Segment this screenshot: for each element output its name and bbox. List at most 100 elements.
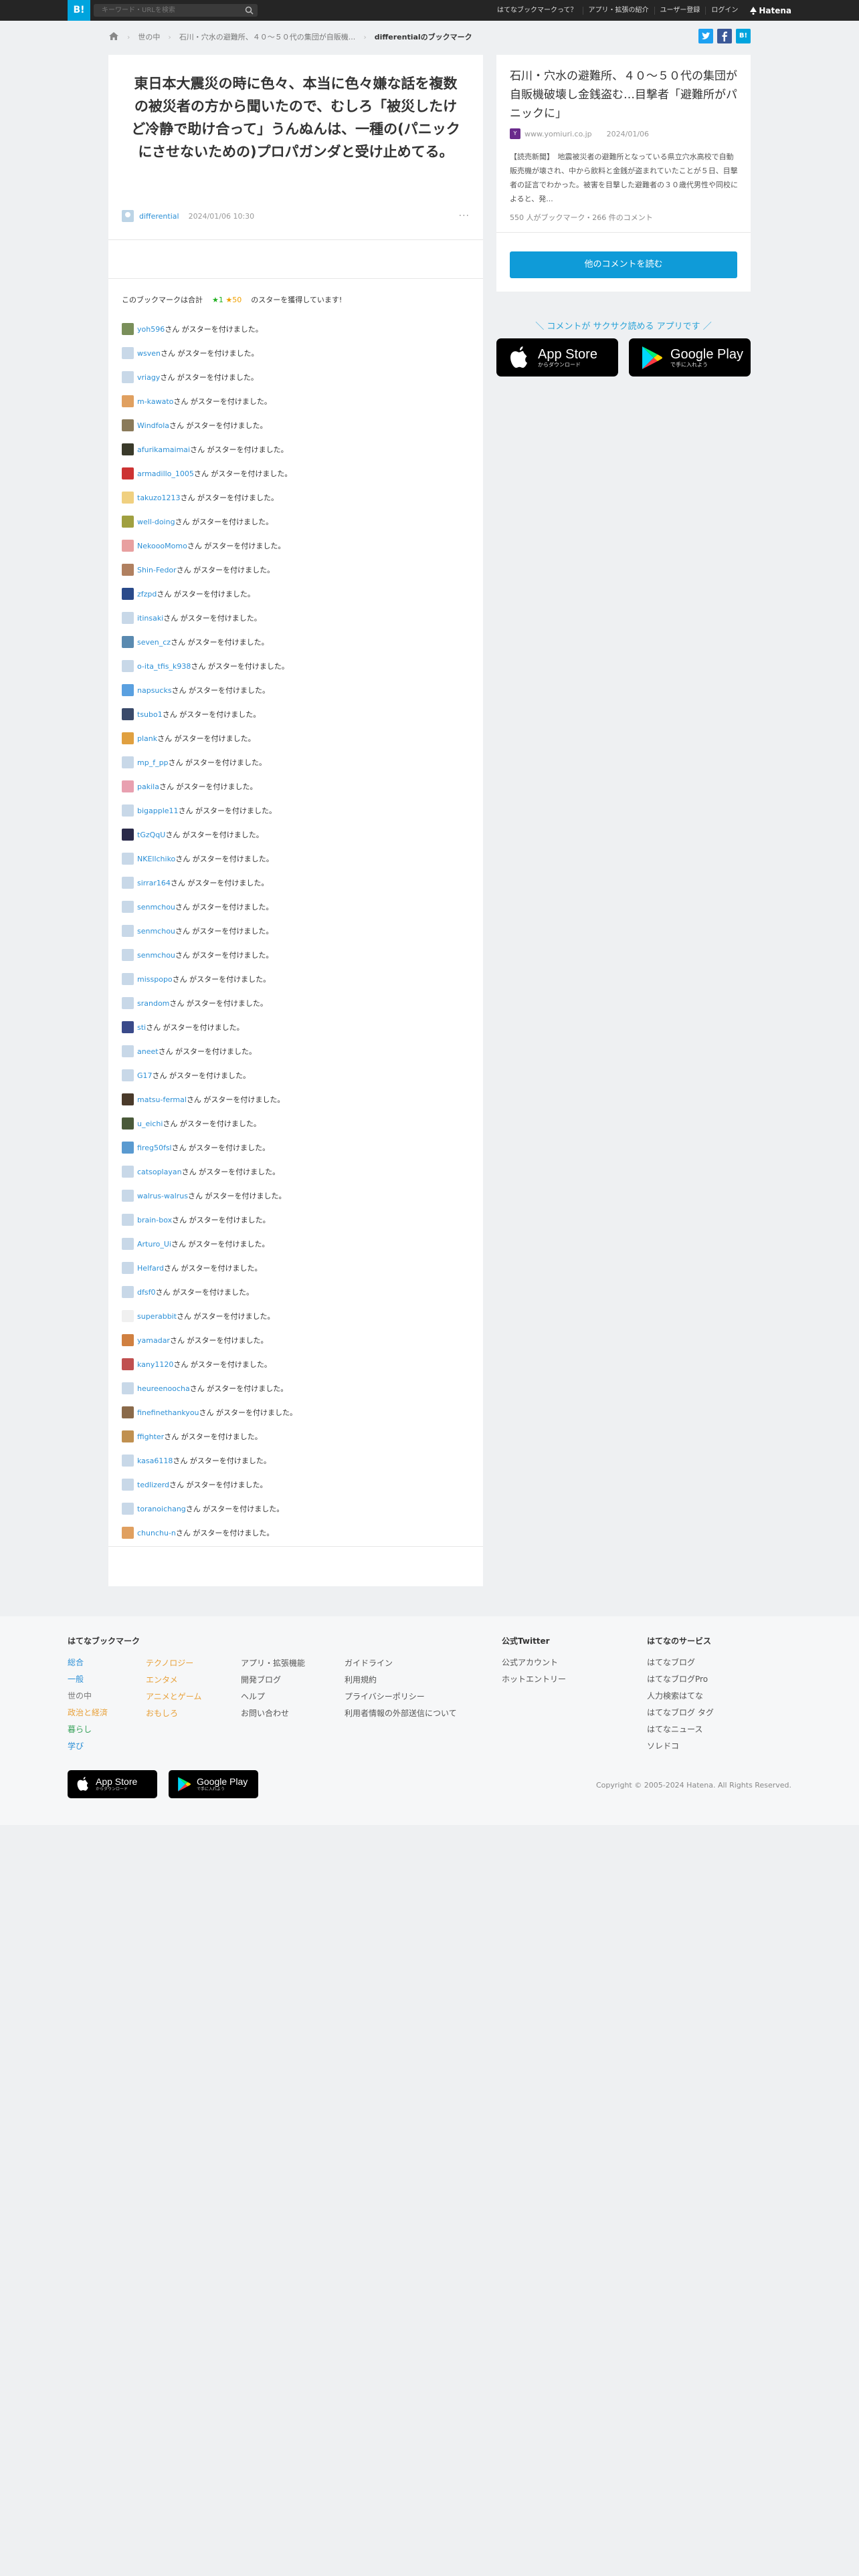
avatar[interactable] xyxy=(122,1045,134,1057)
entry-title[interactable]: 石川・穴水の避難所、４０～５０代の集団が自販機破壊し金銭盗む…目撃者「避難所がパ… xyxy=(510,67,741,123)
entry-counts[interactable]: 550 人がブックマーク・266 件のコメント xyxy=(510,212,653,223)
avatar[interactable] xyxy=(122,780,134,792)
footer-link[interactable]: 一般 xyxy=(68,1671,140,1688)
star-user-name[interactable]: armadillo_1005 xyxy=(137,469,194,478)
star-user-name[interactable]: walrus-walrus xyxy=(137,1192,188,1200)
star-user-name[interactable]: seven_cz xyxy=(137,638,171,647)
footer-link[interactable]: ヘルプ xyxy=(241,1689,305,1705)
avatar[interactable] xyxy=(122,371,134,383)
avatar[interactable] xyxy=(122,973,134,985)
star-user-name[interactable]: chunchu-n xyxy=(137,1529,176,1537)
star-user-name[interactable]: senmchou xyxy=(137,951,175,960)
star-user-name[interactable]: NekoooMomo xyxy=(137,542,187,550)
footer-link[interactable]: 暮らし xyxy=(68,1721,140,1738)
star-user-name[interactable]: yamadar xyxy=(137,1336,170,1345)
avatar[interactable] xyxy=(122,516,134,528)
avatar[interactable] xyxy=(122,853,134,865)
avatar[interactable] xyxy=(122,323,134,335)
star-user-name[interactable]: sti xyxy=(137,1023,146,1032)
star-user-name[interactable]: afurikamaimai xyxy=(137,445,190,454)
footer-link[interactable]: お問い合わせ xyxy=(241,1705,305,1722)
star-user-name[interactable]: catsoplayan xyxy=(137,1168,182,1176)
avatar[interactable] xyxy=(122,1069,134,1081)
star-user-name[interactable]: dfsf0 xyxy=(137,1288,155,1297)
footer-app-store-button[interactable]: App Store からダウンロード xyxy=(68,1770,157,1798)
avatar[interactable] xyxy=(122,1479,134,1491)
nav-apps[interactable]: アプリ・拡張の紹介 xyxy=(583,6,655,15)
star-user-name[interactable]: itinsaki xyxy=(137,614,163,623)
avatar[interactable] xyxy=(122,804,134,817)
star-user-name[interactable]: NKEllchiko xyxy=(137,855,175,863)
avatar[interactable] xyxy=(122,1190,134,1202)
avatar[interactable] xyxy=(122,492,134,504)
avatar[interactable] xyxy=(122,1406,134,1418)
footer-link[interactable]: エンタメ xyxy=(146,1672,201,1689)
avatar[interactable] xyxy=(122,684,134,696)
footer-link[interactable]: 政治と経済 xyxy=(68,1705,140,1721)
star-user-name[interactable]: tsubo1 xyxy=(137,710,163,719)
entry-domain[interactable]: www.yomiuri.co.jp xyxy=(524,130,592,138)
star-user-name[interactable]: plank xyxy=(137,734,157,743)
avatar[interactable] xyxy=(122,588,134,600)
nav-login[interactable]: ログイン xyxy=(706,7,743,15)
footer-link[interactable]: おもしろ xyxy=(146,1705,201,1722)
avatar[interactable] xyxy=(122,1455,134,1467)
star-user-name[interactable]: Shin-Fedor xyxy=(137,566,177,574)
star-user-name[interactable]: heureenoocha xyxy=(137,1384,190,1393)
footer-link[interactable]: プライバシーポリシー xyxy=(345,1689,457,1705)
star-user-name[interactable]: ffighter xyxy=(137,1432,164,1441)
avatar[interactable] xyxy=(122,756,134,768)
avatar[interactable] xyxy=(122,1214,134,1226)
avatar[interactable] xyxy=(122,636,134,648)
star-user-name[interactable]: mp_f_pp xyxy=(137,758,169,767)
facebook-share-icon[interactable] xyxy=(717,29,732,43)
hatena-bookmark-logo[interactable]: B! xyxy=(68,0,90,21)
nav-about[interactable]: はてなブックマークって？ xyxy=(492,6,583,15)
read-comments-button[interactable]: 他のコメントを読む xyxy=(510,251,737,278)
avatar[interactable] xyxy=(122,1021,134,1033)
footer-link[interactable]: 利用規約 xyxy=(345,1672,457,1689)
star-user-name[interactable]: Helfard xyxy=(137,1264,164,1273)
bookmark-user[interactable]: differential xyxy=(139,212,179,221)
google-play-button[interactable]: Google Play で手に入れよう xyxy=(629,338,751,377)
star-user-name[interactable]: takuzo1213 xyxy=(137,494,181,502)
avatar[interactable] xyxy=(122,395,134,407)
avatar[interactable] xyxy=(122,1334,134,1346)
avatar[interactable] xyxy=(122,564,134,576)
star-user-name[interactable]: tGzQqU xyxy=(137,831,165,839)
footer-link[interactable]: 人力検索はてな xyxy=(647,1688,714,1705)
avatar[interactable] xyxy=(122,540,134,552)
star-user-name[interactable]: tedlizerd xyxy=(137,1481,169,1489)
footer-link[interactable]: 世の中 xyxy=(68,1688,140,1705)
avatar[interactable] xyxy=(122,1238,134,1250)
footer-link[interactable]: 利用者情報の外部送信について xyxy=(345,1705,457,1722)
hatena-logo[interactable]: Hatena xyxy=(743,6,791,15)
footer-link[interactable]: ガイドライン xyxy=(345,1655,457,1672)
star-user-name[interactable]: fireg50fsl xyxy=(137,1144,172,1152)
footer-link[interactable]: ホットエントリー xyxy=(502,1671,566,1688)
star-user-name[interactable]: aneet xyxy=(137,1047,159,1056)
star-user-name[interactable]: zfzpd xyxy=(137,590,157,599)
star-user-name[interactable]: yoh596 xyxy=(137,325,165,334)
home-icon[interactable] xyxy=(108,31,119,43)
star-user-name[interactable]: sirrar164 xyxy=(137,879,171,887)
star-user-name[interactable]: toranoichang xyxy=(137,1505,186,1513)
avatar[interactable] xyxy=(122,1093,134,1105)
star-user-name[interactable]: finefinethankyou xyxy=(137,1408,199,1417)
avatar[interactable] xyxy=(122,1142,134,1154)
footer-google-play-button[interactable]: Google Play で手に入れよう xyxy=(169,1770,258,1798)
avatar[interactable] xyxy=(122,1166,134,1178)
avatar[interactable] xyxy=(122,419,134,431)
star-user-name[interactable]: wsven xyxy=(137,349,161,358)
star-user-name[interactable]: misspopo xyxy=(137,975,173,984)
star-user-name[interactable]: senmchou xyxy=(137,903,175,911)
avatar[interactable] xyxy=(122,443,134,455)
star-user-name[interactable]: G17 xyxy=(137,1071,153,1080)
star-user-name[interactable]: napsucks xyxy=(137,686,172,695)
avatar[interactable] xyxy=(122,660,134,672)
footer-link[interactable]: 学び xyxy=(68,1738,140,1755)
star-user-name[interactable]: vriagy xyxy=(137,373,160,382)
star-user-name[interactable]: kany1120 xyxy=(137,1360,173,1369)
breadcrumb-category[interactable]: 世の中 xyxy=(138,31,160,42)
app-store-button[interactable]: App Store からダウンロード xyxy=(496,338,618,377)
